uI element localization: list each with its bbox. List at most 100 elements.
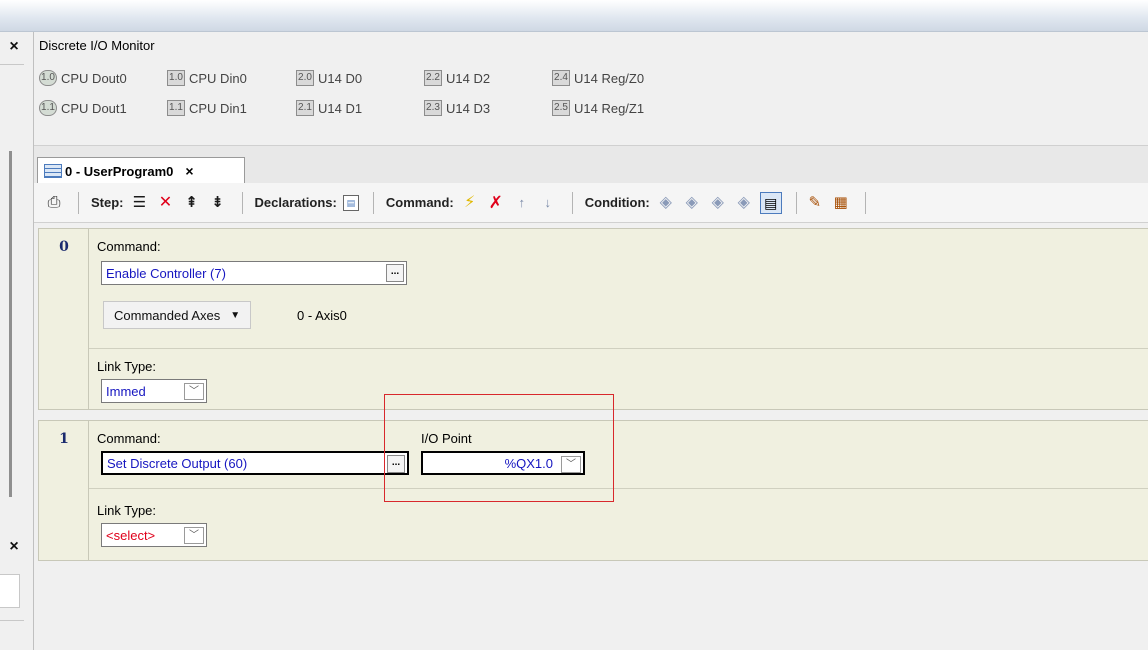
- io-label: U14 D1: [318, 100, 363, 116]
- close-panel-icon[interactable]: ×: [4, 37, 24, 57]
- discrete-io-monitor: Discrete I/O Monitor 1.0 CPU Dout0 1.1 C…: [34, 32, 1148, 145]
- command-label: Command:: [97, 239, 161, 254]
- step-number: 1: [59, 431, 69, 447]
- io-led-icon: 1.1: [39, 100, 57, 116]
- delete-step-icon[interactable]: ✕: [156, 193, 176, 213]
- delete-condition-icon[interactable]: ◈: [682, 193, 702, 213]
- io-indicator-cpu-dout1: 1.1 CPU Dout1: [39, 98, 127, 118]
- move-command-up-icon[interactable]: ↑: [512, 193, 532, 213]
- row-divider: [89, 488, 1148, 489]
- tab-label: 0 - UserProgram0: [65, 163, 174, 179]
- link-type-select[interactable]: Immed ﹀: [101, 379, 207, 403]
- discrete-io-monitor-title: Discrete I/O Monitor: [39, 38, 155, 53]
- io-label: CPU Dout0: [61, 70, 127, 86]
- report-icon[interactable]: ▦: [831, 193, 851, 213]
- detail-view-icon[interactable]: ▤: [759, 191, 782, 214]
- io-led-icon: 1.1: [167, 100, 185, 116]
- document-tab-strip: 0 - UserProgram0 ×: [34, 145, 1148, 184]
- move-condition-down-icon[interactable]: ◈: [734, 193, 754, 213]
- io-indicator-u14-d2: 2.2 U14 D2: [424, 68, 490, 88]
- command-label: Command:: [385, 195, 454, 210]
- delete-command-icon[interactable]: ✗: [486, 193, 506, 213]
- toolbar-separator: [372, 191, 374, 214]
- io-indicator-cpu-din0: 1.0 CPU Din0: [167, 68, 247, 88]
- panel-field[interactable]: [0, 574, 20, 608]
- io-led-icon: 2.3: [424, 100, 442, 116]
- command-field[interactable]: Set Discrete Output (60) ...: [101, 451, 409, 475]
- toolbar-separator: [241, 191, 243, 214]
- link-type-value: Immed: [106, 383, 146, 399]
- move-step-down-icon[interactable]: ⇟: [208, 193, 228, 213]
- io-label: CPU Dout1: [61, 100, 127, 116]
- step-label: Step:: [91, 195, 124, 210]
- link-type-label: Link Type:: [97, 359, 157, 374]
- toolbar-separator: [795, 191, 797, 214]
- io-label: U14 Reg/Z0: [574, 70, 645, 86]
- axis-value: 0 - Axis0: [297, 308, 347, 323]
- io-label: CPU Din1: [189, 100, 247, 116]
- io-led-icon: 2.0: [296, 70, 314, 86]
- link-type-select[interactable]: <select> ﹀: [101, 523, 207, 547]
- close-tab-icon[interactable]: ×: [185, 163, 193, 179]
- io-indicator-u14-reg-z1: 2.5 U14 Reg/Z1: [552, 98, 644, 118]
- commanded-axes-label: Commanded Axes: [114, 307, 221, 323]
- left-docked-panel: × ×: [0, 32, 34, 650]
- tag-icon[interactable]: ✎: [805, 193, 825, 213]
- io-led-icon: 1.0: [167, 70, 185, 86]
- insert-step-above-icon[interactable]: ☰: [130, 193, 150, 213]
- command-label: Command:: [97, 431, 161, 446]
- io-indicator-u14-d3: 2.3 U14 D3: [424, 98, 490, 118]
- condition-label: Condition:: [584, 195, 650, 210]
- io-led-icon: 2.1: [296, 100, 314, 116]
- link-type-label: Link Type:: [97, 503, 157, 518]
- step-number: 0: [59, 239, 69, 255]
- io-label: U14 Reg/Z1: [574, 100, 645, 116]
- toolbar-separator: [571, 191, 573, 214]
- command-value: Set Discrete Output (60): [107, 455, 248, 471]
- toolbar-separator: [864, 191, 866, 214]
- highlight-box: [384, 394, 614, 502]
- io-label: CPU Din0: [189, 70, 247, 86]
- command-field[interactable]: Enable Controller (7) ...: [101, 261, 407, 285]
- io-led-icon: 2.2: [424, 70, 442, 86]
- panel-divider: [0, 620, 24, 621]
- io-indicator-u14-reg-z0: 2.4 U14 Reg/Z0: [552, 68, 644, 88]
- io-indicator-u14-d1: 2.1 U14 D1: [296, 98, 362, 118]
- chevron-down-icon[interactable]: ﹀: [184, 527, 204, 544]
- program-toolbar: ⎙ Step: ☰ ✕ ⇞ ⇟ Declarations: ▤ Command:…: [34, 183, 1148, 223]
- browse-command-button[interactable]: ...: [386, 264, 404, 282]
- panel-scrollbar[interactable]: [9, 151, 12, 497]
- panel-divider: [0, 64, 24, 65]
- io-label: U14 D0: [318, 70, 363, 86]
- add-command-icon[interactable]: ⚡: [460, 193, 480, 213]
- io-label: U14 D3: [446, 100, 491, 116]
- step-number-column: 1: [39, 421, 89, 560]
- chevron-down-icon[interactable]: ﹀: [184, 383, 204, 400]
- commanded-axes-dropdown[interactable]: Commanded Axes ▼: [103, 301, 252, 329]
- row-divider: [89, 348, 1148, 349]
- io-led-icon: 2.5: [552, 100, 570, 116]
- program-editor: 0 Command: Enable Controller (7) ... Com…: [34, 224, 1148, 650]
- add-condition-icon[interactable]: ◈: [656, 193, 676, 213]
- io-indicator-u14-d0: 2.0 U14 D0: [296, 68, 362, 88]
- move-command-down-icon[interactable]: ↓: [538, 193, 558, 213]
- toolbar-separator: [78, 191, 79, 214]
- chevron-down-icon: ▼: [230, 309, 241, 321]
- print-icon[interactable]: ⎙: [44, 193, 64, 213]
- step-number-column: 0: [39, 229, 89, 409]
- command-value: Enable Controller (7): [106, 265, 226, 281]
- tab-userprogram0[interactable]: 0 - UserProgram0 ×: [37, 157, 245, 184]
- program-step-0[interactable]: 0 Command: Enable Controller (7) ... Com…: [38, 228, 1148, 410]
- declarations-icon[interactable]: ▤: [342, 194, 359, 211]
- move-condition-up-icon[interactable]: ◈: [708, 193, 728, 213]
- program-list-icon: [44, 164, 62, 178]
- window-top-bar: [0, 0, 1148, 32]
- io-indicator-cpu-din1: 1.1 CPU Din1: [167, 98, 247, 118]
- move-step-up-icon[interactable]: ⇞: [182, 193, 202, 213]
- declarations-label: Declarations:: [254, 195, 337, 210]
- close-panel-icon[interactable]: ×: [4, 537, 24, 557]
- io-led-icon: 1.0: [39, 70, 57, 86]
- io-label: U14 D2: [446, 70, 491, 86]
- link-type-value: <select>: [106, 527, 156, 543]
- io-led-icon: 2.4: [552, 70, 570, 86]
